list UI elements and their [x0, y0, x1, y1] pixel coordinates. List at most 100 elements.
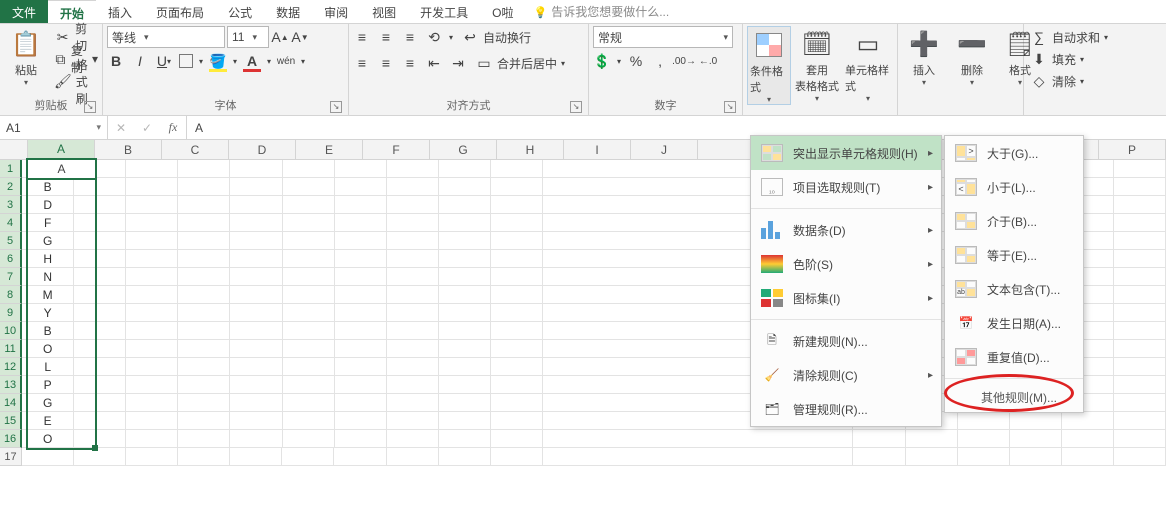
- text-contains-item[interactable]: ab 文本包含(T)...: [945, 272, 1083, 306]
- cell[interactable]: [491, 304, 543, 322]
- cell[interactable]: [491, 376, 543, 394]
- cell[interactable]: [283, 304, 335, 322]
- cell[interactable]: H: [22, 250, 74, 268]
- cell[interactable]: [387, 448, 439, 466]
- cell[interactable]: A: [22, 160, 74, 178]
- cell[interactable]: [230, 250, 282, 268]
- cell[interactable]: P: [22, 376, 74, 394]
- cell[interactable]: [283, 358, 335, 376]
- icon-sets-item[interactable]: 图标集(I) ▸: [751, 281, 941, 315]
- cell[interactable]: [958, 412, 1010, 430]
- cell[interactable]: [74, 268, 126, 286]
- cell[interactable]: [126, 286, 178, 304]
- cell[interactable]: [283, 394, 335, 412]
- color-scales-item[interactable]: 色阶(S) ▸: [751, 247, 941, 281]
- cell[interactable]: [1114, 196, 1166, 214]
- cell[interactable]: [126, 178, 178, 196]
- cell[interactable]: [282, 448, 334, 466]
- cell[interactable]: [178, 412, 230, 430]
- column-header[interactable]: A: [28, 140, 95, 160]
- dialog-launcher[interactable]: ↘: [570, 101, 582, 113]
- cell[interactable]: [178, 376, 230, 394]
- decrease-decimal-icon[interactable]: ←.0: [699, 52, 717, 70]
- underline-button[interactable]: U▾: [155, 52, 173, 70]
- cell[interactable]: [74, 430, 126, 448]
- cell[interactable]: [439, 430, 491, 448]
- cell[interactable]: [439, 250, 491, 268]
- insert-cells-button[interactable]: ➕ 插入 ▾: [902, 26, 946, 87]
- cell[interactable]: [334, 448, 386, 466]
- column-header[interactable]: P: [1099, 140, 1166, 160]
- column-header[interactable]: F: [363, 140, 430, 160]
- cell[interactable]: [1114, 214, 1166, 232]
- cell[interactable]: [178, 178, 230, 196]
- cell[interactable]: [1114, 340, 1166, 358]
- cell[interactable]: [178, 394, 230, 412]
- cell[interactable]: [283, 430, 335, 448]
- tab-review[interactable]: 审阅: [312, 0, 360, 23]
- cell[interactable]: [1062, 430, 1114, 448]
- cell[interactable]: [543, 448, 854, 466]
- cell[interactable]: [126, 232, 178, 250]
- cell[interactable]: [126, 430, 178, 448]
- new-rule-item[interactable]: 🗎 新建规则(N)...: [751, 324, 941, 358]
- cell[interactable]: [1114, 394, 1166, 412]
- accept-formula-icon[interactable]: ✓: [134, 121, 160, 135]
- comma-format-icon[interactable]: ,: [651, 52, 669, 70]
- column-header[interactable]: J: [631, 140, 698, 160]
- cell[interactable]: [1114, 268, 1166, 286]
- cell[interactable]: [491, 430, 543, 448]
- cell[interactable]: [126, 268, 178, 286]
- cell[interactable]: [335, 376, 387, 394]
- cell[interactable]: [230, 322, 282, 340]
- column-header[interactable]: H: [497, 140, 564, 160]
- top-bottom-rules-item[interactable]: ₁₀ 项目选取规则(T) ▸: [751, 170, 941, 204]
- column-header[interactable]: C: [162, 140, 229, 160]
- cell[interactable]: [230, 232, 282, 250]
- highlight-cells-rules-item[interactable]: 突出显示单元格规则(H) ▸: [751, 136, 941, 170]
- row-header[interactable]: 8: [0, 286, 22, 304]
- cell[interactable]: [387, 412, 439, 430]
- cell[interactable]: [335, 358, 387, 376]
- cell[interactable]: [439, 196, 491, 214]
- format-as-table-button[interactable]: 🗓 套用 表格格式 ▾: [795, 26, 839, 103]
- cell[interactable]: [230, 214, 282, 232]
- cell[interactable]: [387, 430, 439, 448]
- tab-formulas[interactable]: 公式: [216, 0, 264, 23]
- manage-rules-item[interactable]: 🗂 管理规则(R)...: [751, 392, 941, 426]
- cell[interactable]: [335, 322, 387, 340]
- equal-to-item[interactable]: 等于(E)...: [945, 238, 1083, 272]
- italic-button[interactable]: I: [131, 52, 149, 70]
- cell[interactable]: [178, 250, 230, 268]
- cell[interactable]: [230, 358, 282, 376]
- cell[interactable]: [74, 196, 126, 214]
- row-header[interactable]: 11: [0, 340, 22, 358]
- cell[interactable]: [283, 412, 335, 430]
- cell[interactable]: B: [22, 322, 74, 340]
- fill-color-button[interactable]: 🪣: [209, 52, 227, 70]
- cell[interactable]: [387, 286, 439, 304]
- cell[interactable]: [178, 322, 230, 340]
- cell[interactable]: [439, 358, 491, 376]
- percent-format-icon[interactable]: %: [627, 52, 645, 70]
- cell[interactable]: [126, 394, 178, 412]
- cell[interactable]: [491, 160, 543, 178]
- cell[interactable]: [335, 160, 387, 178]
- column-header[interactable]: B: [95, 140, 162, 160]
- row-header[interactable]: 12: [0, 358, 22, 376]
- cell[interactable]: [230, 376, 282, 394]
- row-header[interactable]: 9: [0, 304, 22, 322]
- cell[interactable]: [126, 448, 178, 466]
- clear-rules-item[interactable]: 🧹 清除规则(C) ▸: [751, 358, 941, 392]
- cell[interactable]: [126, 196, 178, 214]
- cell[interactable]: [1010, 412, 1062, 430]
- cell[interactable]: [74, 214, 126, 232]
- cell[interactable]: [74, 250, 126, 268]
- cell[interactable]: [1114, 448, 1166, 466]
- cell[interactable]: [178, 304, 230, 322]
- cell[interactable]: [230, 286, 282, 304]
- accounting-format-icon[interactable]: 💲: [593, 52, 611, 70]
- row-header[interactable]: 15: [0, 412, 22, 430]
- row-header[interactable]: 7: [0, 268, 22, 286]
- cell[interactable]: [178, 214, 230, 232]
